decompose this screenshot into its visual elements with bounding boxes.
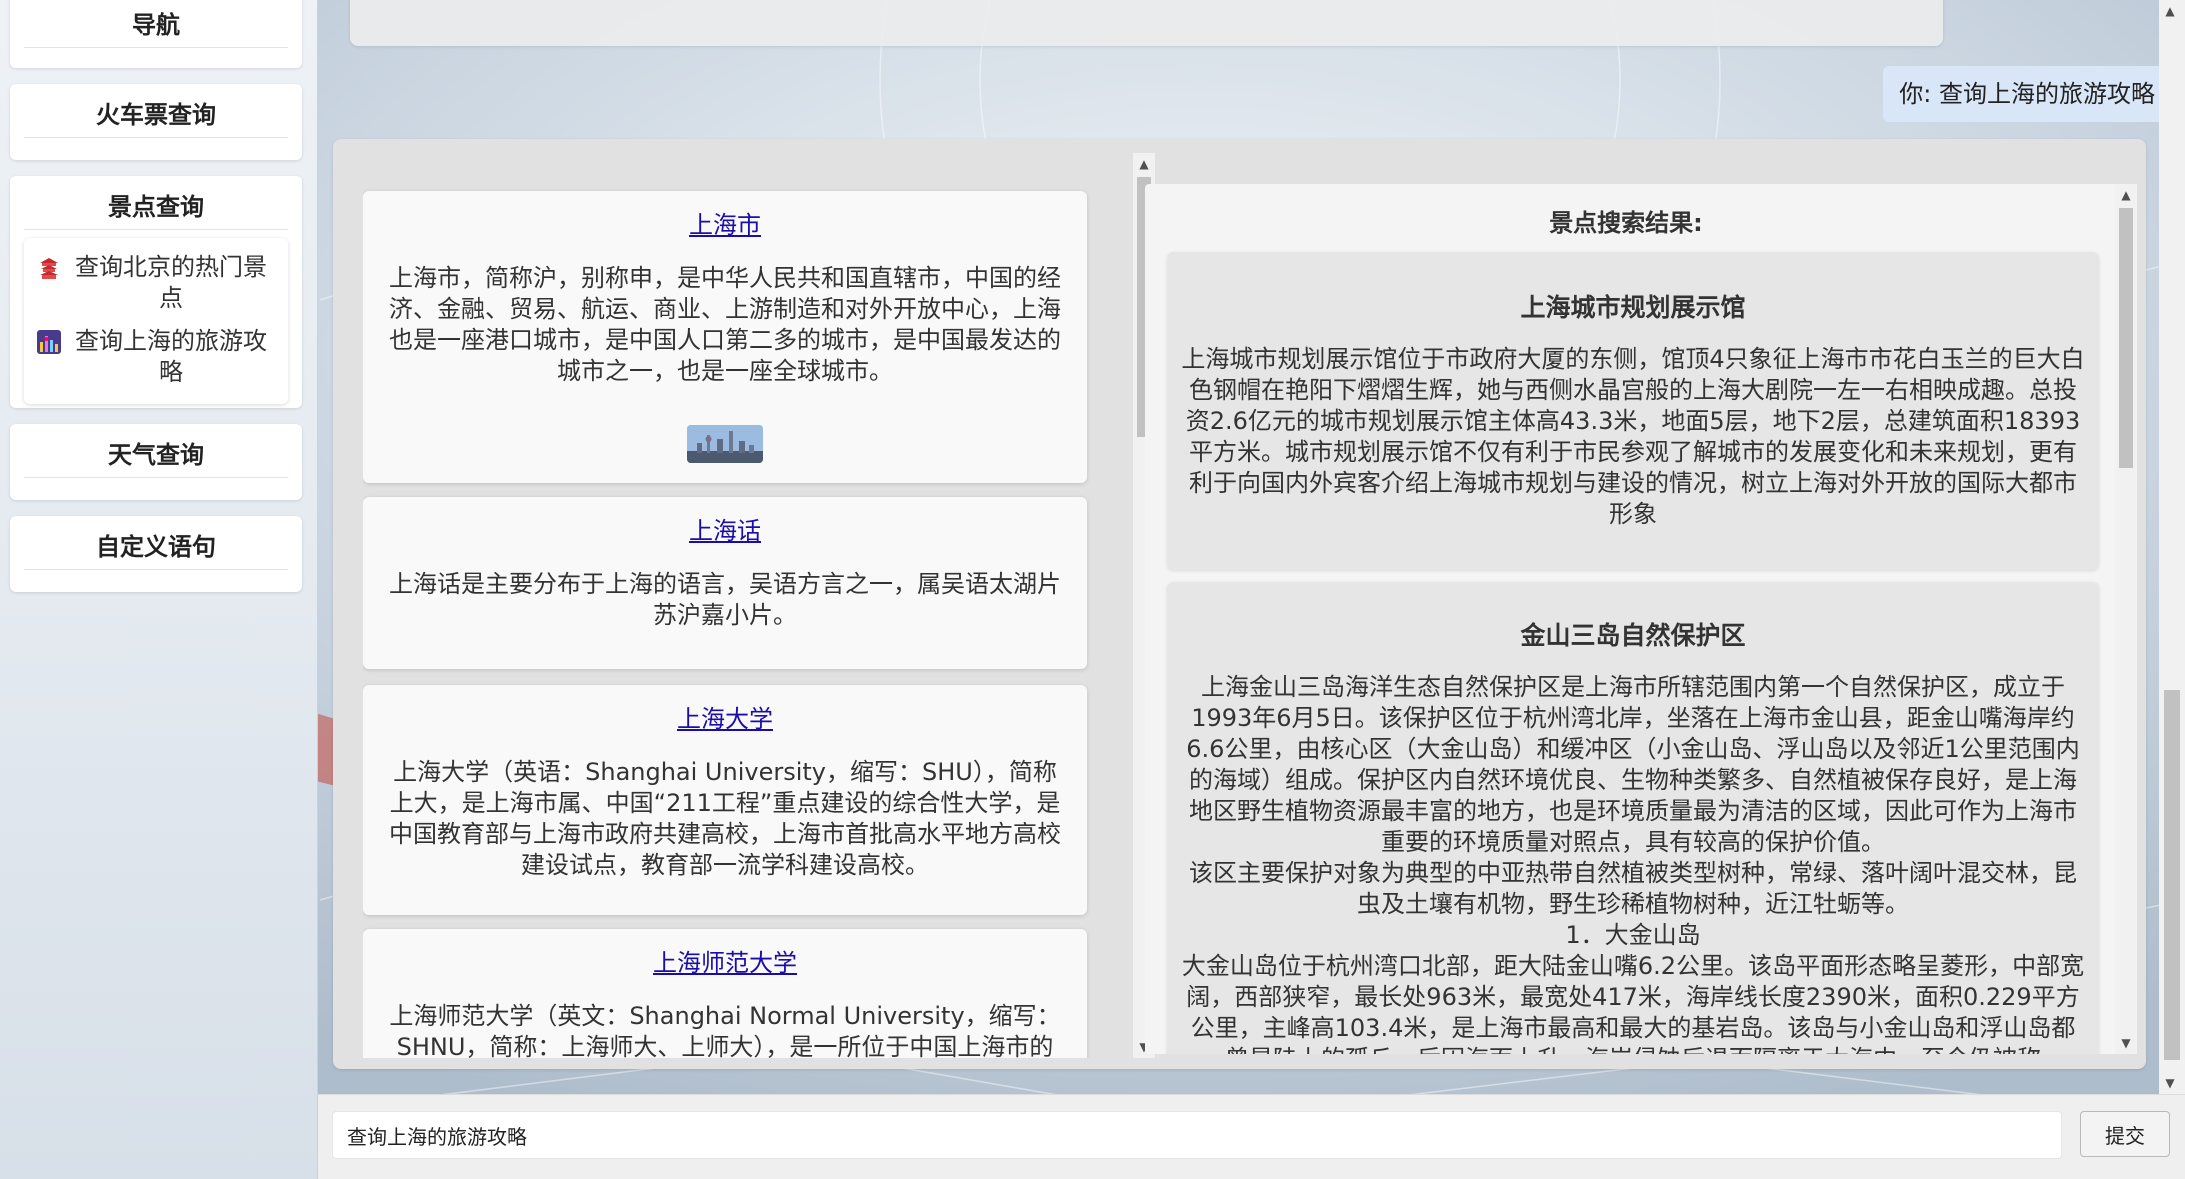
shanghai-skyline-icon: [34, 326, 64, 357]
spot-description: 上海金山三岛海洋生态自然保护区是上海市所辖范围内第一个自然保护区，成立于1993…: [1181, 673, 2085, 1054]
beijing-temple-icon: [34, 252, 64, 283]
scenic-list-scrollbar[interactable]: ▲ ▼: [2115, 184, 2137, 1054]
spot-card: 金山三岛自然保护区 上海金山三岛海洋生态自然保护区是上海市所辖范围内第一个自然保…: [1167, 582, 2099, 1054]
custom-query-section[interactable]: 自定义语句: [10, 516, 302, 592]
sidebar: 导航 火车票查询 景点查询 查询北京的热门景点 查询上海的旅游攻略 天气查询 自…: [0, 0, 318, 1179]
wiki-description: 上海话是主要分布于上海的语言，吴语方言之一，属吴语太湖片苏沪嘉小片。: [389, 570, 1061, 629]
wiki-link-shanghai-normal-university[interactable]: 上海师范大学: [653, 943, 797, 983]
spot-name: 上海城市规划展示馆: [1520, 293, 1746, 322]
wiki-card: 上海话 上海话是主要分布于上海的语言，吴语方言之一，属吴语太湖片苏沪嘉小片。: [363, 497, 1087, 669]
wiki-link-shanghai[interactable]: 上海市: [689, 205, 761, 245]
scroll-down-arrow-icon[interactable]: ▼: [2159, 1072, 2181, 1094]
wiki-card: 上海市 上海市，简称沪，别称申，是中华人民共和国直辖市，中国的经济、金融、贸易、…: [363, 191, 1087, 483]
weather-section[interactable]: 天气查询: [10, 424, 302, 500]
sidebar-title-custom: 自定义语句: [24, 524, 288, 570]
scenic-spot-section: 景点查询 查询北京的热门景点 查询上海的旅游攻略: [10, 176, 302, 408]
train-ticket-section[interactable]: 火车票查询: [10, 84, 302, 160]
sidebar-title-weather: 天气查询: [24, 432, 288, 478]
spot-card: 上海城市规划展示馆 上海城市规划展示馆位于市政府大厦的东侧，馆顶4只象征上海市市…: [1167, 252, 2099, 570]
scroll-up-arrow-icon[interactable]: ▲: [2159, 0, 2181, 22]
sidebar-item-label: 查询上海的旅游攻略: [75, 327, 267, 386]
scenic-results-list[interactable]: 景点搜索结果: 上海城市规划展示馆 上海城市规划展示馆位于市政府大厦的东侧，馆顶…: [1145, 184, 2137, 1054]
nav-section[interactable]: 导航: [10, 0, 302, 68]
scroll-down-arrow-icon[interactable]: ▼: [2115, 1032, 2137, 1054]
shanghai-skyline-thumbnail[interactable]: [687, 425, 763, 463]
wiki-card: 上海师范大学 上海师范大学（英文：Shanghai Normal Univers…: [363, 929, 1087, 1058]
scroll-up-arrow-icon[interactable]: ▲: [1133, 153, 1155, 175]
scenic-query-list: 查询北京的热门景点 查询上海的旅游攻略: [24, 238, 288, 404]
sidebar-item-label: 查询北京的热门景点: [75, 253, 267, 312]
scrollbar-thumb[interactable]: [2164, 690, 2180, 1060]
sidebar-title-scenic[interactable]: 景点查询: [24, 184, 288, 230]
sidebar-title-nav: 导航: [24, 2, 288, 48]
wiki-card: 上海大学 上海大学（英语：Shanghai University，缩写：SHU）…: [363, 685, 1087, 915]
wiki-description: 上海市，简称沪，别称申，是中华人民共和国直辖市，中国的经济、金融、贸易、航运、商…: [389, 264, 1061, 385]
bot-response-panel: 上海市 上海市，简称沪，别称申，是中华人民共和国直辖市，中国的经济、金融、贸易、…: [333, 139, 2146, 1069]
user-message: 你: 查询上海的旅游攻略: [1883, 66, 2171, 122]
input-bar: 提交: [318, 1094, 2185, 1179]
submit-button[interactable]: 提交: [2080, 1111, 2170, 1157]
wiki-link-shanghainese[interactable]: 上海话: [689, 511, 761, 551]
wiki-link-shanghai-university[interactable]: 上海大学: [677, 699, 773, 739]
chat-scrollbar[interactable]: ▲ ▼: [2159, 0, 2185, 1094]
wiki-description: 上海大学（英语：Shanghai University，缩写：SHU），简称上大…: [389, 758, 1061, 879]
scroll-up-arrow-icon[interactable]: ▲: [2115, 184, 2137, 206]
sidebar-item-beijing[interactable]: 查询北京的热门景点: [30, 246, 282, 320]
wiki-results-list[interactable]: 上海市 上海市，简称沪，别称申，是中华人民共和国直辖市，中国的经济、金融、贸易、…: [363, 153, 1131, 1058]
scrollbar-thumb[interactable]: [2119, 208, 2133, 468]
chat-area: 你: 查询上海的旅游攻略 上海市 上海市，简称沪，别称申，是中华人民共和国直辖市…: [318, 0, 2185, 1179]
sidebar-title-train: 火车票查询: [24, 92, 288, 138]
spot-description: 上海城市规划展示馆位于市政府大厦的东侧，馆顶4只象征上海市市花白玉兰的巨大白色钢…: [1181, 345, 2085, 528]
chat-input[interactable]: [332, 1111, 2062, 1159]
wiki-description: 上海师范大学（英文：Shanghai Normal University，缩写：…: [389, 1002, 1061, 1058]
sidebar-item-shanghai[interactable]: 查询上海的旅游攻略: [30, 320, 282, 394]
spot-name: 金山三岛自然保护区: [1520, 621, 1746, 650]
scenic-results-header: 景点搜索结果:: [1549, 209, 1703, 237]
previous-message-bubble: [350, 0, 1943, 46]
